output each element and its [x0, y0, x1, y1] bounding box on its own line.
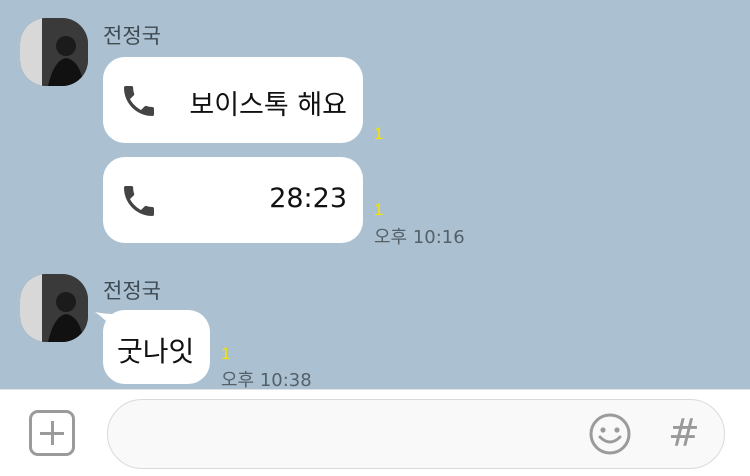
unread-count: 1: [374, 200, 384, 219]
message-input-bar: [0, 389, 750, 476]
unread-count: 1: [374, 124, 384, 143]
sender-avatar[interactable]: [20, 18, 88, 86]
chat-area: 전정국 보이스톡 해요 1 28:23 1 오후 10:16 전정국 굿나잇 1…: [0, 0, 750, 391]
plus-square-icon[interactable]: [29, 410, 75, 456]
avatar-photo-icon: [20, 18, 88, 86]
message-text: 굿나잇: [117, 335, 195, 368]
sender-name: 전정국: [103, 24, 161, 48]
unread-count: 1: [221, 344, 231, 363]
message-input[interactable]: [107, 399, 725, 469]
avatar-photo-icon: [20, 274, 88, 342]
call-duration-bubble[interactable]: 28:23: [103, 157, 363, 243]
phone-icon: [124, 186, 154, 216]
smiley-icon[interactable]: [588, 412, 632, 456]
phone-icon: [124, 86, 154, 116]
voice-talk-bubble[interactable]: 보이스톡 해요: [103, 57, 363, 143]
call-message-text: 보이스톡 해요: [189, 90, 347, 121]
sender-avatar[interactable]: [20, 274, 88, 342]
call-duration-text: 28:23: [269, 183, 347, 214]
hashtag-button[interactable]: #: [668, 411, 700, 455]
sender-name: 전정국: [103, 279, 161, 303]
message-timestamp: 오후 10:16: [374, 227, 465, 248]
chat-message-bubble[interactable]: 굿나잇: [103, 310, 210, 384]
